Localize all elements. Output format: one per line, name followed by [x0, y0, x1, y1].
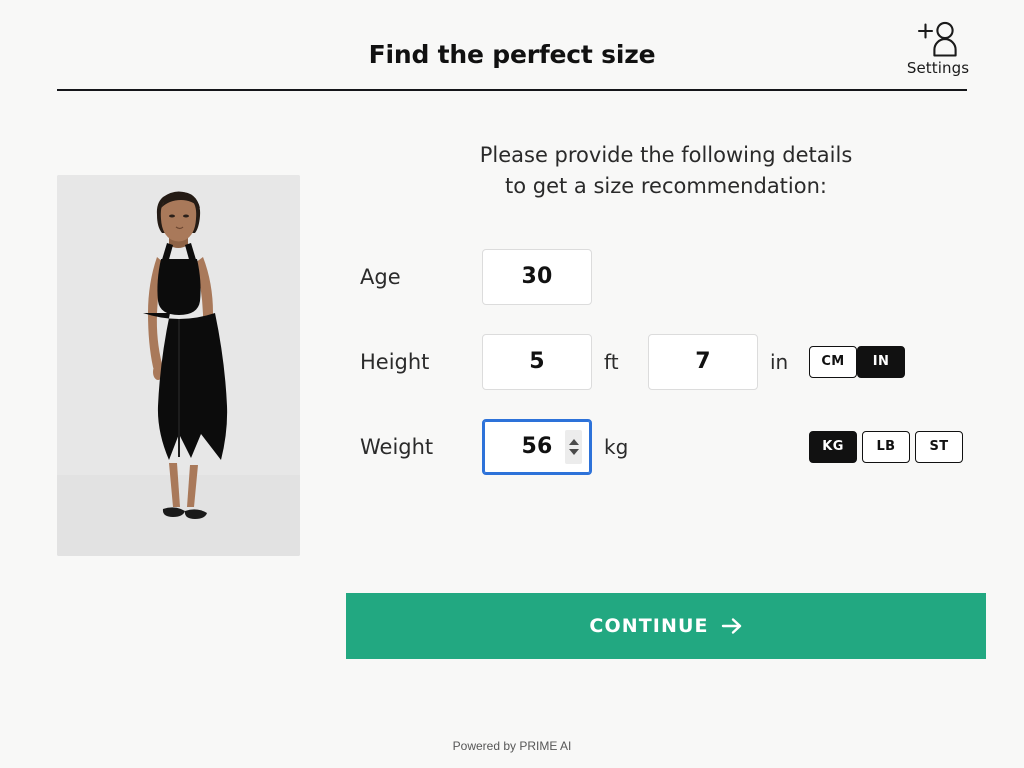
settings-label: Settings — [906, 59, 970, 77]
height-inches-value: 7 — [695, 349, 711, 374]
form-intro-line1: Please provide the following details — [479, 143, 853, 167]
continue-label: CONTINUE — [589, 615, 709, 637]
height-feet-value: 5 — [529, 349, 545, 374]
continue-button[interactable]: CONTINUE — [346, 593, 986, 659]
page-title: Find the perfect size — [368, 40, 656, 69]
field-row-height: Height 5 ft 7 in CM IN — [346, 319, 986, 404]
header-divider — [57, 89, 967, 91]
weight-unit-kg-button[interactable]: KG — [809, 430, 857, 463]
height-unit-in-button[interactable]: IN — [857, 345, 905, 378]
height-unit-cm-button[interactable]: CM — [809, 345, 857, 378]
arrow-right-icon — [721, 618, 741, 634]
stepper-down-icon[interactable] — [568, 448, 579, 455]
weight-input[interactable]: 56 — [482, 418, 592, 475]
product-image — [57, 175, 300, 556]
footer: Powered by PRIME AI — [0, 739, 1024, 753]
form-intro-line2: to get a size recommendation: — [505, 174, 827, 198]
height-inches-input[interactable]: 7 — [648, 333, 758, 390]
stepper-up-icon[interactable] — [568, 438, 579, 445]
form-intro: Please provide the following details to … — [346, 140, 986, 202]
height-label: Height — [360, 349, 430, 374]
weight-unit-lb-button[interactable]: LB — [862, 430, 910, 463]
size-form: Please provide the following details to … — [346, 140, 986, 489]
age-label: Age — [360, 264, 401, 289]
weight-unit-suffix: kg — [604, 434, 629, 459]
powered-by-label: Powered by PRIME AI — [452, 739, 572, 753]
height-feet-unit: ft — [604, 349, 619, 374]
field-row-age: Age 30 — [346, 234, 986, 319]
height-feet-input[interactable]: 5 — [482, 333, 592, 390]
age-value: 30 — [521, 264, 553, 289]
add-person-icon — [917, 21, 957, 57]
height-inches-unit: in — [770, 349, 789, 374]
form-fields: Age 30 Height 5 ft 7 in CM IN Weight 56 … — [346, 234, 986, 489]
field-row-weight: Weight 56 kg KG LB ST — [346, 404, 986, 489]
weight-unit-st-button[interactable]: ST — [915, 430, 963, 463]
weight-value: 56 — [521, 434, 553, 459]
product-photo-illustration — [57, 175, 300, 556]
age-input[interactable]: 30 — [482, 248, 592, 305]
settings-button[interactable]: Settings — [900, 20, 976, 77]
weight-stepper[interactable] — [565, 429, 582, 464]
app-header: Find the perfect size Settings — [0, 0, 1024, 92]
weight-unit-toggle-group: KG LB ST — [809, 430, 963, 463]
weight-label: Weight — [360, 434, 434, 459]
height-unit-toggle-group: CM IN — [809, 345, 905, 378]
